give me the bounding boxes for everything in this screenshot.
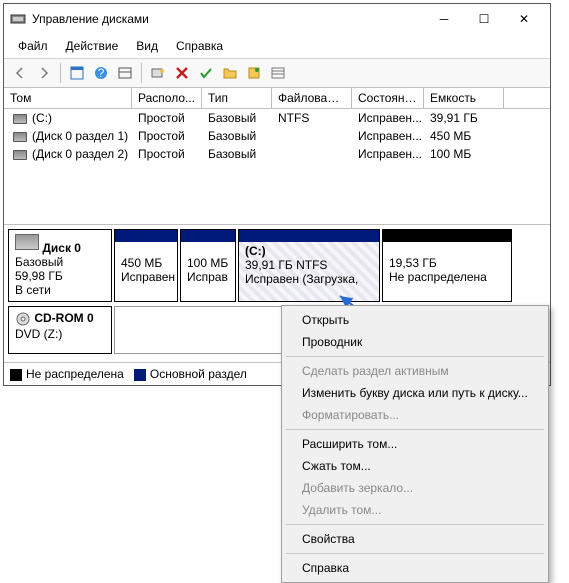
volume-row[interactable]: (Диск 0 раздел 2) Простой Базовый Исправ… [4,145,550,163]
maximize-button[interactable]: ☐ [464,5,504,33]
col-volume[interactable]: Том [4,88,132,108]
partition-unallocated[interactable]: 19,53 ГБ Не распределена [382,229,512,302]
menubar: Файл Действие Вид Справка [4,34,550,59]
svg-text:?: ? [98,66,105,80]
ctx-format: Форматировать... [284,404,546,426]
ctx-open[interactable]: Открыть [284,309,546,331]
ctx-props[interactable]: Свойства [284,528,546,550]
minimize-button[interactable]: ─ [424,5,464,33]
volume-row[interactable]: (C:) Простой Базовый NTFS Исправен... 39… [4,109,550,127]
col-layout[interactable]: Располо... [132,88,202,108]
help-button[interactable]: ? [90,62,112,84]
drive-icon [13,150,27,160]
partition-c[interactable]: (C:) 39,91 ГБ NTFS Исправен (Загрузка, [238,229,380,302]
menu-view[interactable]: Вид [128,36,166,56]
delete-icon[interactable] [171,62,193,84]
ctx-mirror: Добавить зеркало... [284,477,546,499]
menu-file[interactable]: Файл [10,36,56,56]
drive-icon [13,132,27,142]
ctx-shrink[interactable]: Сжать том... [284,455,546,477]
menu-action[interactable]: Действие [58,36,127,56]
menu-help[interactable]: Справка [168,36,231,56]
ctx-delete: Удалить том... [284,499,546,521]
list-icon[interactable] [267,62,289,84]
window-title: Управление дисками [32,12,424,26]
toolbar-button-6[interactable] [147,62,169,84]
back-button[interactable] [9,62,31,84]
volume-row[interactable]: (Диск 0 раздел 1) Простой Базовый Исправ… [4,127,550,145]
col-type[interactable]: Тип [202,88,272,108]
check-icon[interactable] [195,62,217,84]
toolbar-button-10[interactable] [243,62,265,84]
ctx-active: Сделать раздел активным [284,360,546,382]
context-menu: Открыть Проводник Сделать раздел активны… [281,305,549,583]
cdrom-icon [15,311,31,327]
ctx-letter[interactable]: Изменить букву диска или путь к диску... [284,382,546,404]
forward-button[interactable] [33,62,55,84]
col-capacity[interactable]: Емкость [424,88,504,108]
titlebar: Управление дисками ─ ☐ ✕ [4,4,550,34]
disk-row-0: Диск 0 Базовый 59,98 ГБ В сети 450 МБ Ис… [8,229,546,302]
ctx-extend[interactable]: Расширить том... [284,433,546,455]
col-state[interactable]: Состояние [352,88,424,108]
view-button[interactable] [66,62,88,84]
cdrom-title: CD-ROM 0 [34,311,93,325]
legend-primary-icon [134,369,146,381]
volume-header: Том Располо... Тип Файловая с... Состоян… [4,88,550,109]
partition-2[interactable]: 100 МБ Исправ [180,229,236,302]
drive-icon [13,114,27,124]
disk-info[interactable]: Диск 0 Базовый 59,98 ГБ В сети [8,229,112,302]
toolbar: ? [4,59,550,88]
toolbar-button-5[interactable] [114,62,136,84]
folder-icon[interactable] [219,62,241,84]
app-icon [10,11,26,27]
cdrom-info[interactable]: CD-ROM 0 DVD (Z:) [8,306,112,354]
ctx-explorer[interactable]: Проводник [284,331,546,353]
volume-list: Том Располо... Тип Файловая с... Состоян… [4,88,550,225]
disk-title: Диск 0 [42,241,81,255]
close-button[interactable]: ✕ [504,5,544,33]
ctx-help[interactable]: Справка [284,557,546,579]
disk-icon [15,234,39,250]
partition-1[interactable]: 450 МБ Исправен ( [114,229,178,302]
legend-unallocated-icon [10,369,22,381]
col-fs[interactable]: Файловая с... [272,88,352,108]
